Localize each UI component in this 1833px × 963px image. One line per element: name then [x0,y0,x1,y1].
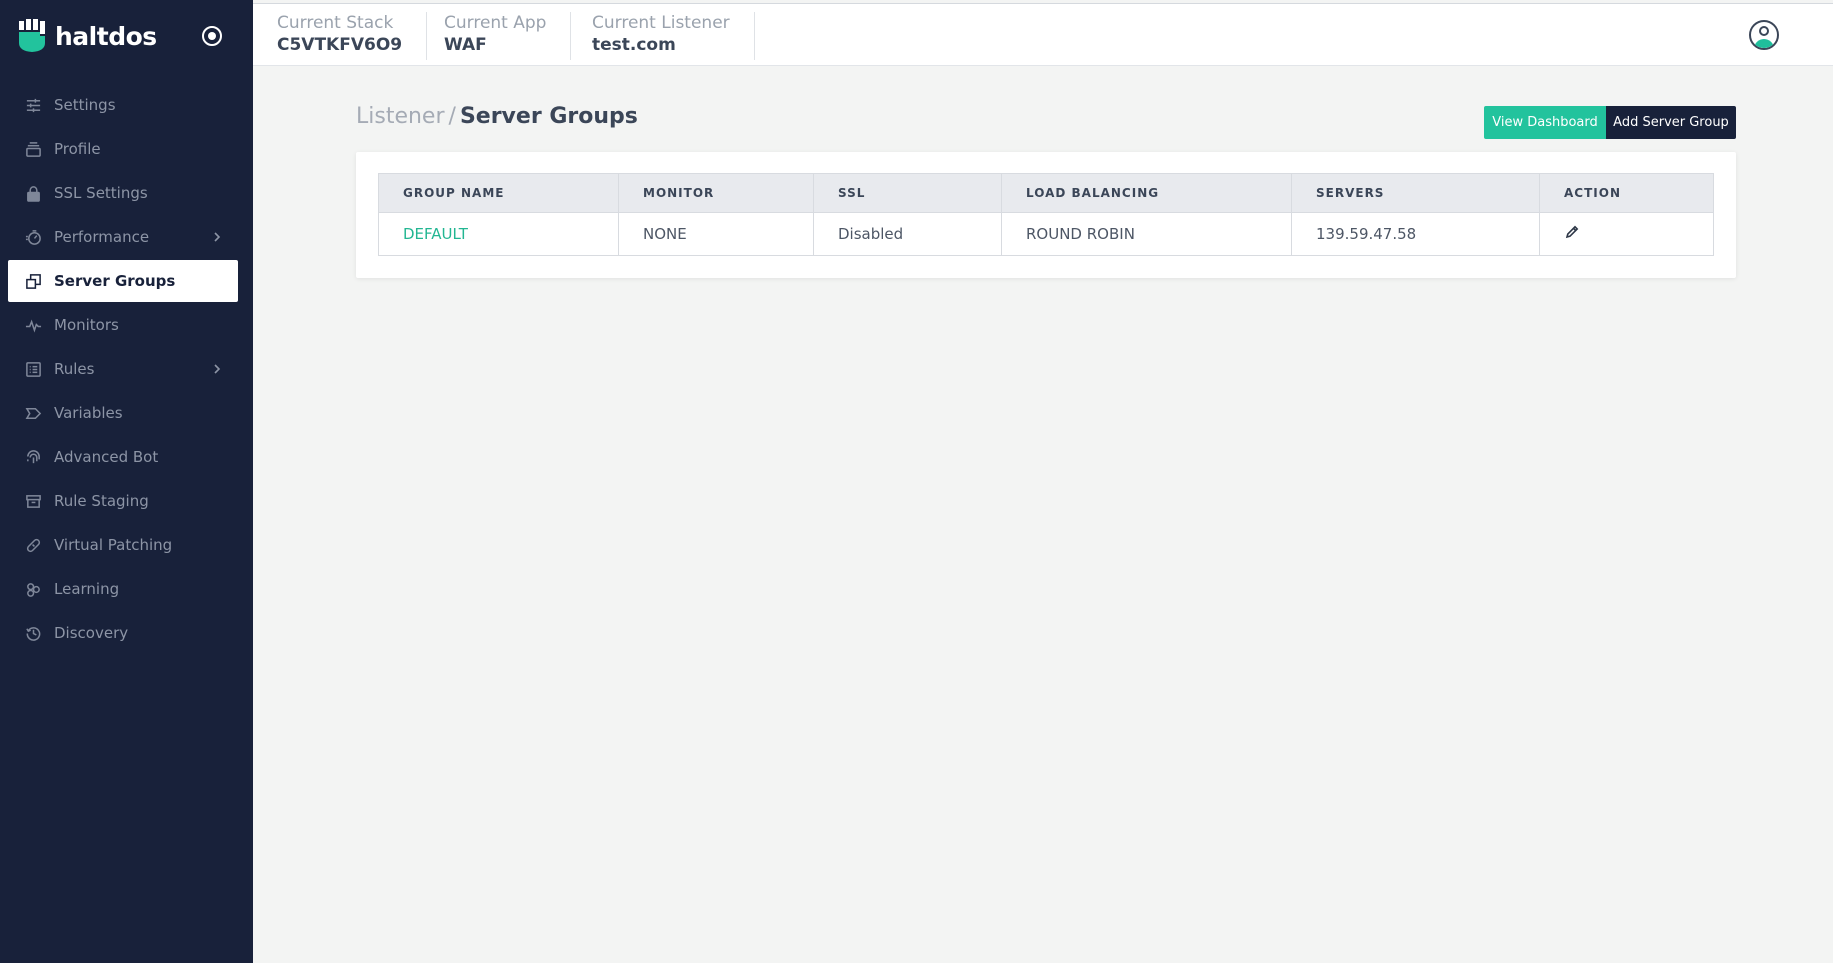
sidebar-item-label: Monitors [54,316,119,334]
sidebar-item-label: Rule Staging [54,492,149,510]
view-dashboard-button[interactable]: View Dashboard [1484,106,1606,139]
brand-logo[interactable]: haltdos [18,18,157,54]
column-header-action: ACTION [1539,173,1714,213]
page-title: Server Groups [459,104,638,129]
group-name-link[interactable]: DEFAULT [378,212,619,256]
servers-cell: 139.59.47.58 [1291,212,1540,256]
breadcrumb-root[interactable]: Listener [356,104,445,129]
brand-name: haltdos [55,21,157,51]
avatar-head [1759,26,1769,36]
sidebar-item-rule-staging[interactable]: Rule Staging [8,480,238,522]
sidebar-item-label: Profile [54,140,101,158]
sidebar-item-label: SSL Settings [54,184,148,202]
bandage-icon [24,536,42,554]
column-header-monitor: MONITOR [618,173,814,213]
current-stack-caption: Current Stack [277,13,394,33]
monitor-cell: NONE [618,212,814,256]
sidebar-item-label: Variables [54,404,123,422]
sidebar-item-learning[interactable]: Learning [8,568,238,610]
breadcrumb-separator: / [448,104,456,129]
pencil-icon[interactable] [1564,225,1580,244]
table-header-row: GROUP NAME MONITOR SSL LOAD BALANCING SE… [378,173,1714,213]
sidebar-nav: Settings Profile SSL Settings Performanc… [8,84,238,656]
lock-icon [24,184,42,202]
current-listener-value: test.com [592,35,676,55]
sidebar-item-ssl-settings[interactable]: SSL Settings [8,172,238,214]
sidebar-item-label: Performance [54,228,150,246]
sidebar-item-variables[interactable]: Variables [8,392,238,434]
list-icon [24,360,42,378]
current-app-caption: Current App [444,13,547,33]
learning-icon [24,580,42,598]
sidebar-item-label: Virtual Patching [54,536,173,554]
profile-stack-icon [24,140,42,158]
sidebar-item-label: Advanced Bot [54,448,159,466]
fingerprint-icon [24,448,42,466]
load-balancing-cell: ROUND ROBIN [1001,212,1292,256]
current-listener-caption: Current Listener [592,13,730,33]
sidebar-item-advanced-bot[interactable]: Advanced Bot [8,436,238,478]
sidebar-item-profile[interactable]: Profile [8,128,238,170]
column-header-load-balancing: LOAD BALANCING [1001,173,1292,213]
user-avatar-icon[interactable] [1749,20,1779,50]
sidebar-item-rules[interactable]: Rules [8,348,238,390]
column-header-group-name: GROUP NAME [378,173,619,213]
sliders-icon [24,96,42,114]
table-row: DEFAULT NONE Disabled ROUND ROBIN 139.59… [378,212,1714,256]
archive-icon [24,492,42,510]
breadcrumb: Listener / Server Groups [356,104,638,129]
sidebar-item-label: Rules [54,360,95,378]
pulse-icon [24,316,42,334]
column-header-servers: SERVERS [1291,173,1540,213]
sidebar-item-discovery[interactable]: Discovery [8,612,238,654]
server-groups-table: GROUP NAME MONITOR SSL LOAD BALANCING SE… [378,173,1714,256]
avatar-body [1754,39,1774,48]
column-header-ssl: SSL [813,173,1002,213]
sidebar: haltdos Settings Profile SSL Settings Pe… [0,0,253,963]
add-server-group-button[interactable]: Add Server Group [1606,106,1736,139]
sidebar-item-server-groups[interactable]: Server Groups [8,260,238,302]
gauge-icon [24,228,42,246]
action-cell [1539,212,1714,256]
sidebar-item-label: Discovery [54,624,129,642]
copy-icon [24,272,42,290]
ssl-cell: Disabled [813,212,1002,256]
current-app-value: WAF [444,35,487,55]
history-icon [24,624,42,642]
target-icon[interactable] [202,26,222,46]
sidebar-item-label: Learning [54,580,120,598]
top-bar: Current Stack C5VTKFV6O9 Current App WAF… [253,3,1833,66]
sidebar-item-label: Settings [54,96,116,114]
sidebar-item-monitors[interactable]: Monitors [8,304,238,346]
chevron-right-icon [210,361,224,375]
current-listener[interactable]: Current Listener test.com [568,12,755,60]
server-groups-card: GROUP NAME MONITOR SSL LOAD BALANCING SE… [356,152,1736,278]
current-app[interactable]: Current App WAF [420,12,572,60]
current-stack[interactable]: Current Stack C5VTKFV6O9 [253,12,428,60]
current-stack-value: C5VTKFV6O9 [277,35,403,55]
chevron-right-icon [210,229,224,243]
tag-icon [24,404,42,422]
sidebar-item-settings[interactable]: Settings [8,84,238,126]
sidebar-item-label: Server Groups [54,272,176,290]
sidebar-item-performance[interactable]: Performance [8,216,238,258]
haltdos-logo-icon [18,19,48,53]
sidebar-item-virtual-patching[interactable]: Virtual Patching [8,524,238,566]
